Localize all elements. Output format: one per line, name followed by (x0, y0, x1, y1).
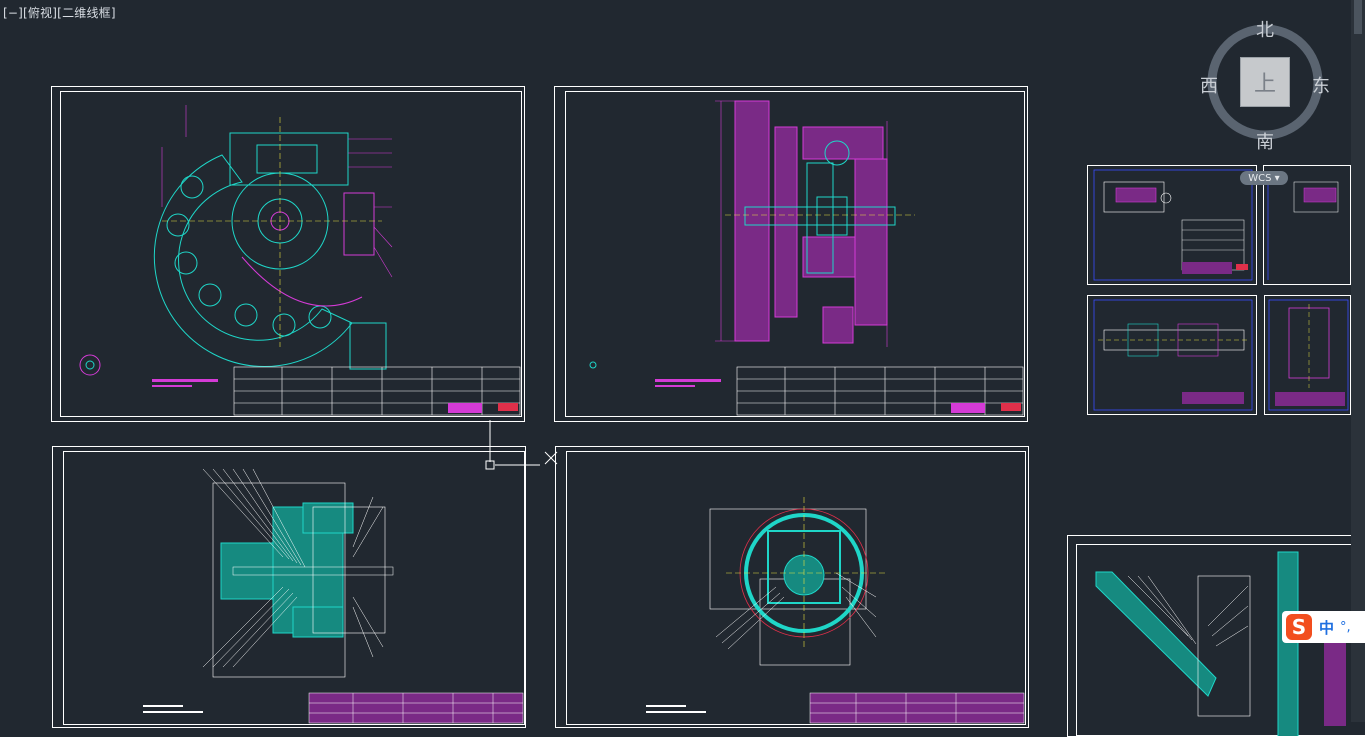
ime-toolbar[interactable]: S 中 °, (1282, 611, 1365, 643)
scroll-thumb[interactable] (1354, 0, 1362, 34)
viewcube[interactable]: 北 南 西 东 上 (1200, 16, 1330, 153)
viewcube-top-label: 上 (1253, 72, 1276, 97)
sogou-logo-icon[interactable]: S (1286, 614, 1312, 640)
compass-west[interactable]: 西 (1197, 72, 1221, 98)
viewcube-top-face[interactable]: 上 (1240, 57, 1290, 107)
compass-north[interactable]: 北 (1253, 16, 1277, 42)
ime-mode[interactable]: 中 (1319, 617, 1334, 638)
compass-south[interactable]: 南 (1253, 128, 1277, 154)
cursor-crosshair (485, 420, 558, 470)
ime-punctuation[interactable]: °, (1340, 620, 1351, 635)
wcs-menu[interactable]: WCS ▾ (1240, 171, 1288, 185)
compass-east[interactable]: 东 (1309, 72, 1333, 98)
